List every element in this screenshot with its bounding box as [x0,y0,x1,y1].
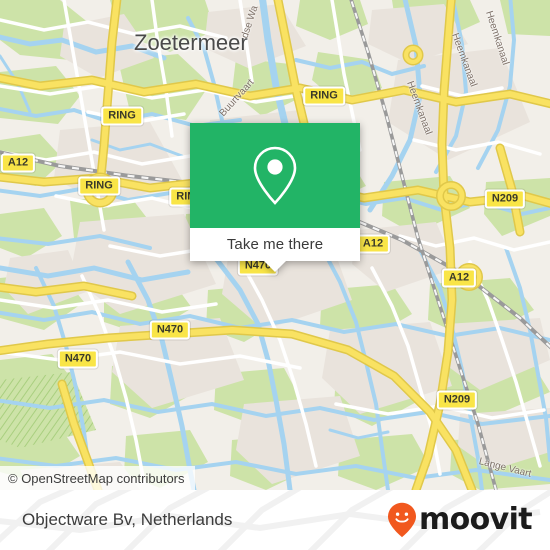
footer-bar: Objectware Bv, Netherlands moovit [0,490,550,550]
moovit-logo[interactable]: moovit [387,502,533,538]
callout-tail [264,261,286,272]
poi-callout-card[interactable]: Take me there [190,123,360,272]
place-title: Objectware Bv, Netherlands [22,510,233,529]
poi-card-header [190,123,360,228]
map-canvas[interactable]: Zoetermeer dse Wa Buurtvaart Heemkanaal Hee… [0,0,550,490]
osm-attribution-text: © OpenStreetMap contributors [8,470,185,486]
take-me-there-label: Take me there [226,236,324,253]
poi-card-action[interactable]: Take me there [190,228,360,272]
map-label-city: Zoetermeer [134,30,248,55]
osm-attribution[interactable]: © OpenStreetMap contributors [0,466,195,490]
moovit-map-screenshot: Zoetermeer dse Wa Buurtvaart Heemkanaal Hee… [0,0,550,550]
moovit-wordmark: moovit [418,502,533,537]
moovit-smiley-pin-icon [387,502,416,538]
map-pin-icon [253,146,297,205]
